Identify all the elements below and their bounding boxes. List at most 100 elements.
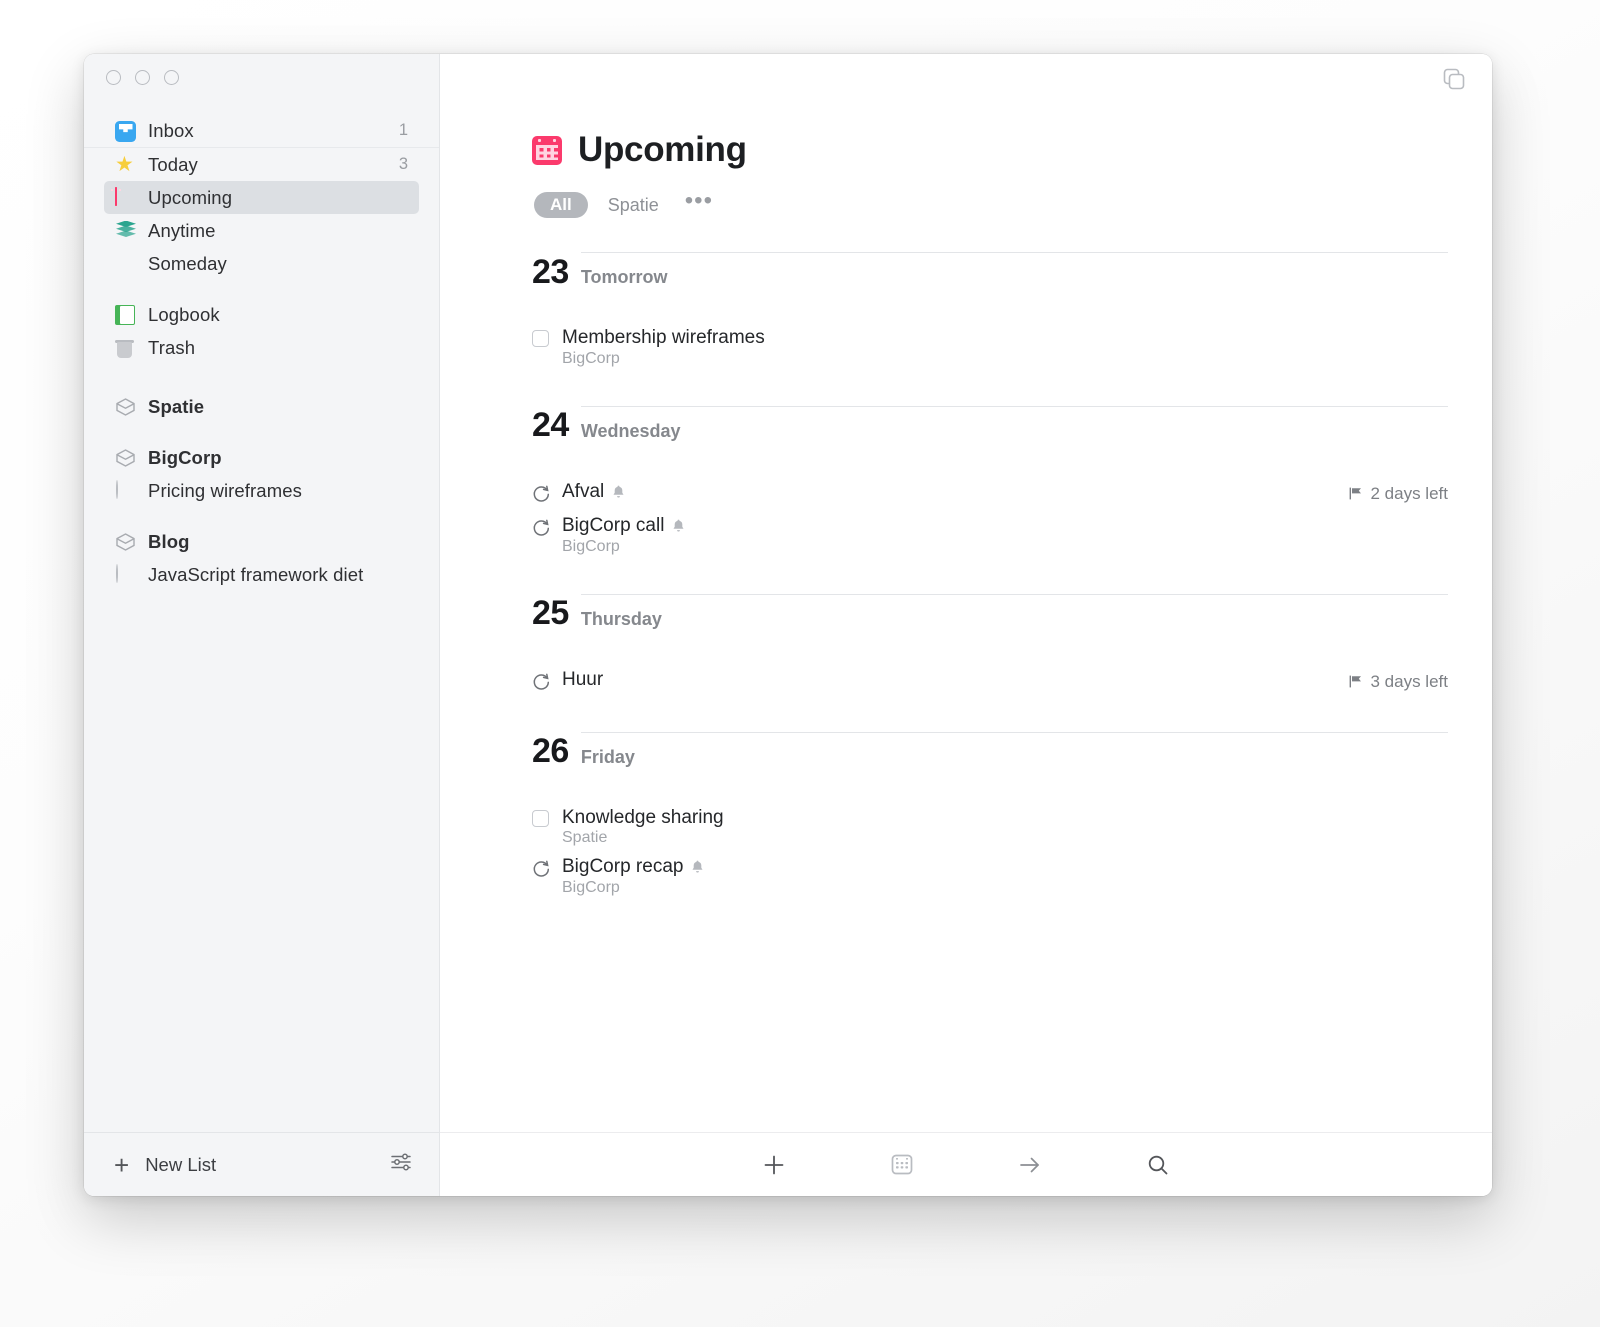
sliders-icon[interactable]	[389, 1151, 413, 1178]
sidebar-item-label: Someday	[148, 252, 227, 274]
close-button[interactable]	[106, 69, 121, 85]
task-subtitle: BigCorp	[562, 537, 620, 555]
task-row[interactable]: Membership wireframes BigCorp	[532, 322, 1448, 372]
sidebar-item-logbook[interactable]: Logbook	[104, 298, 419, 331]
task-row[interactable]: BigCorp recap BigCorp	[532, 851, 1448, 901]
inbox-icon	[115, 120, 137, 142]
sidebar-item-trash[interactable]: Trash	[104, 331, 419, 364]
day-name: Wednesday	[580, 420, 681, 441]
area-hexagon-icon	[115, 396, 137, 418]
sidebar-item-label: Logbook	[148, 303, 220, 325]
content-titlebar	[440, 54, 1492, 100]
search-icon[interactable]	[1094, 1152, 1222, 1178]
sidebar-item-label: Pricing wireframes	[148, 479, 302, 501]
duplicate-window-icon[interactable]	[1441, 66, 1467, 97]
task-checkbox[interactable]	[532, 326, 562, 347]
sidebar-item-label: Anytime	[148, 219, 216, 241]
flag-icon	[1349, 486, 1364, 501]
sidebar-item-bigcorp[interactable]: BigCorp	[104, 441, 419, 474]
filter-spatie[interactable]: Spatie	[598, 195, 669, 216]
window-traffic-lights	[84, 54, 439, 100]
sidebar-item-label: Spatie	[148, 395, 205, 417]
filter-all-pill[interactable]: All	[534, 192, 588, 218]
sidebar-list: Inbox 1 ★ Today 3 Upcoming Anytime Somed…	[84, 100, 439, 1132]
sidebar-item-label: Today	[148, 153, 198, 175]
task-title: Membership wireframes	[562, 327, 765, 348]
bell-icon	[672, 519, 685, 533]
sidebar-item-anytime[interactable]: Anytime	[104, 214, 419, 247]
schedule-calendar-button[interactable]	[838, 1152, 966, 1177]
day-name: Friday	[580, 746, 635, 767]
sidebar-item-blog[interactable]: Blog	[104, 525, 419, 558]
task-title-row: BigCorp call	[562, 514, 1448, 538]
bell-icon	[691, 860, 704, 874]
day-name: Tomorrow	[580, 267, 668, 287]
task-row[interactable]: Knowledge sharing Spatie	[532, 802, 1448, 852]
day-header: 24 Wednesday	[532, 405, 1448, 445]
things-app-window: Inbox 1 ★ Today 3 Upcoming Anytime Somed…	[84, 54, 1492, 1196]
project-circle-icon	[115, 479, 137, 502]
day-divider	[580, 731, 1448, 733]
new-list-label: New List	[145, 1153, 217, 1175]
sidebar-item-spatie[interactable]: Spatie	[104, 390, 419, 423]
minimize-button[interactable]	[135, 69, 150, 85]
stack-icon	[115, 220, 137, 242]
trash-icon	[115, 337, 137, 359]
task-list: Membership wireframes BigCorp	[532, 322, 1448, 372]
task-subtitle: BigCorp	[562, 349, 620, 367]
sidebar-item-label: Inbox	[148, 119, 194, 141]
day-number: 26	[532, 732, 569, 771]
area-hexagon-icon	[115, 447, 137, 469]
content-footer-toolbar	[440, 1132, 1492, 1196]
sidebar-item-today[interactable]: ★ Today 3	[104, 148, 419, 181]
repeat-icon	[532, 668, 562, 692]
deadline-label: 3 days left	[1370, 671, 1449, 691]
day-number: 24	[532, 406, 569, 445]
page-title: Upcoming	[532, 130, 1448, 170]
sidebar-item-pricing-wireframes[interactable]: Pricing wireframes	[104, 474, 419, 507]
zoom-button[interactable]	[164, 69, 179, 85]
task-row[interactable]: BigCorp call BigCorp	[532, 510, 1448, 560]
plus-icon: +	[114, 1149, 130, 1180]
sidebar-item-javascript-framework-diet[interactable]: JavaScript framework diet	[104, 558, 419, 591]
task-row[interactable]: Afval 2 days left	[532, 476, 1448, 510]
calendar-icon	[111, 186, 137, 209]
day-number: 25	[532, 594, 569, 633]
day-name: Thursday	[580, 608, 662, 629]
filter-bar: All Spatie •••	[534, 188, 1448, 218]
sidebar-item-label: BigCorp	[148, 446, 222, 468]
page-title-text: Upcoming	[578, 130, 747, 169]
sidebar: Inbox 1 ★ Today 3 Upcoming Anytime Somed…	[84, 54, 440, 1196]
day-divider	[580, 405, 1448, 407]
task-title: BigCorp recap	[562, 856, 684, 878]
area-hexagon-icon	[115, 531, 137, 553]
task-deadline: 2 days left	[1349, 480, 1448, 504]
sidebar-item-inbox[interactable]: Inbox 1	[104, 114, 419, 147]
ellipsis-icon[interactable]: •••	[679, 188, 719, 216]
day-group: 25 Thursday Huur 3 days left	[532, 593, 1448, 698]
sidebar-item-label: Trash	[148, 336, 196, 358]
star-icon: ★	[115, 152, 134, 176]
task-subtitle: BigCorp	[562, 879, 620, 896]
sidebar-item-label: Upcoming	[148, 186, 233, 208]
sidebar-item-someday[interactable]: Someday	[104, 247, 419, 280]
sidebar-item-label: Blog	[148, 530, 190, 552]
task-list: Afval 2 days left BigCorp call BigCorp	[532, 476, 1448, 560]
task-title: Knowledge sharing	[562, 806, 724, 828]
sidebar-item-upcoming[interactable]: Upcoming	[104, 181, 419, 214]
move-arrow-right-button[interactable]	[966, 1152, 1094, 1178]
task-row[interactable]: Huur 3 days left	[532, 664, 1448, 698]
main-content: Upcoming All Spatie ••• 23 Tomorrow Memb…	[440, 54, 1492, 1196]
day-header: 26 Friday	[532, 731, 1448, 771]
new-todo-button[interactable]	[710, 1152, 838, 1178]
new-list-button[interactable]: + New List	[114, 1152, 216, 1178]
task-subtitle: Spatie	[562, 829, 608, 847]
day-group: 26 Friday Knowledge sharing Spatie BigCo…	[532, 731, 1448, 902]
logbook-icon	[115, 304, 137, 326]
task-title: Afval	[562, 480, 605, 502]
day-divider	[580, 593, 1448, 595]
task-checkbox[interactable]	[532, 806, 562, 827]
